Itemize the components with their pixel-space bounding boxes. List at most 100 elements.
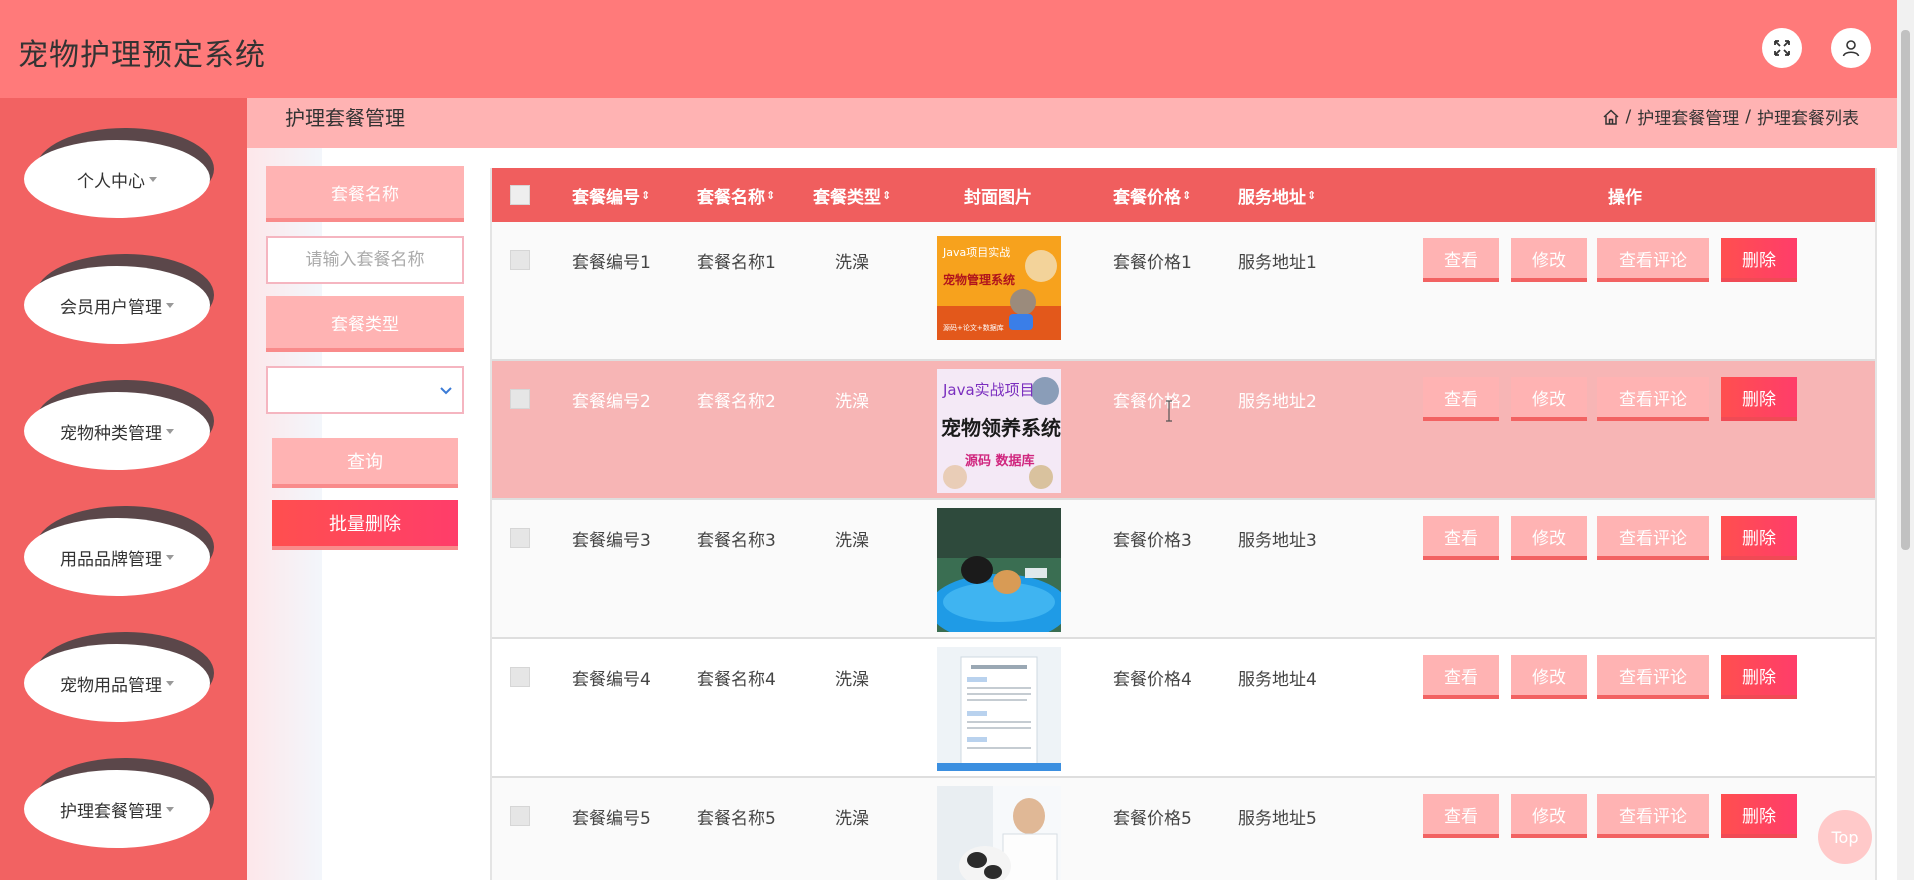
sidebar-item-supply-brands[interactable]: 用品品牌管理 xyxy=(24,506,214,596)
row-checkbox[interactable] xyxy=(510,528,530,548)
row-checkbox[interactable] xyxy=(510,250,530,270)
package-type-label: 套餐类型 xyxy=(266,296,464,352)
breadcrumb-separator: / xyxy=(1625,106,1632,127)
sidebar: 个人中心 会员用户管理 宠物种类管理 用品品牌管理 宠物用品管理 护理套餐管理 xyxy=(0,98,247,880)
cover-image[interactable] xyxy=(937,786,1061,880)
cell-address: 服务地址3 xyxy=(1238,531,1317,551)
sort-icon: ⇕ xyxy=(1182,188,1191,202)
sidebar-item-member-users[interactable]: 会员用户管理 xyxy=(24,254,214,344)
caret-down-icon xyxy=(166,806,174,812)
cell-code: 套餐编号2 xyxy=(572,392,651,412)
page-title: 护理套餐管理 xyxy=(285,106,405,130)
row-checkbox[interactable] xyxy=(510,389,530,409)
view-reviews-button[interactable]: 查看评论 xyxy=(1597,655,1709,699)
batch-delete-button[interactable]: 批量删除 xyxy=(272,500,458,550)
sidebar-item-label: 宠物用品管理 xyxy=(60,675,162,696)
column-header-type[interactable]: 套餐类型 ⇕ xyxy=(813,168,891,222)
sidebar-item-care-packages[interactable]: 护理套餐管理 xyxy=(24,758,214,848)
edit-button[interactable]: 修改 xyxy=(1511,516,1587,560)
cell-type: 洗澡 xyxy=(835,531,869,551)
cover-text-line1: Java实战项目 xyxy=(942,381,1035,399)
cell-type: 洗澡 xyxy=(835,809,869,829)
column-header-cover: 封面图片 xyxy=(964,187,1032,208)
view-button[interactable]: 查看 xyxy=(1423,516,1499,560)
cover-image[interactable] xyxy=(937,508,1061,632)
cover-text-line2: 宠物管理系统 xyxy=(943,272,1015,287)
cell-code: 套餐编号4 xyxy=(572,670,651,690)
package-name-input[interactable] xyxy=(266,236,464,284)
view-reviews-button[interactable]: 查看评论 xyxy=(1597,516,1709,560)
cell-type: 洗澡 xyxy=(835,253,869,273)
cell-price: 套餐价格3 xyxy=(1113,531,1192,551)
cell-name: 套餐名称2 xyxy=(697,392,776,412)
page-scrollbar[interactable] xyxy=(1897,0,1914,880)
cover-dogs-pool-photo xyxy=(937,508,1061,632)
cover-text-line2: 宠物领养系统 xyxy=(941,416,1061,440)
cover-image[interactable]: Java实战项目 宠物领养系统 源码 数据库 xyxy=(937,369,1061,493)
cell-code: 套餐编号3 xyxy=(572,531,651,551)
table-row: 套餐编号1 套餐名称1 洗澡 Java项目实战 宠物管理系统 源码+论文+数据库… xyxy=(492,222,1875,361)
home-icon[interactable] xyxy=(1602,108,1620,126)
view-reviews-button[interactable]: 查看评论 xyxy=(1597,377,1709,421)
delete-button[interactable]: 删除 xyxy=(1721,794,1797,838)
sidebar-item-pet-species[interactable]: 宠物种类管理 xyxy=(24,380,214,470)
edit-button[interactable]: 修改 xyxy=(1511,655,1587,699)
caret-down-icon xyxy=(149,176,157,182)
sort-icon: ⇕ xyxy=(1307,188,1316,202)
cover-text-line3: 源码+论文+数据库 xyxy=(943,323,1004,332)
sidebar-item-personal-center[interactable]: 个人中心 xyxy=(24,128,214,218)
cover-document-page xyxy=(937,647,1061,771)
query-button[interactable]: 查询 xyxy=(272,438,458,488)
table-header: 套餐编号 ⇕ 套餐名称 ⇕ 套餐类型 ⇕ 封面图片 套餐价格 ⇕ 服务地址 ⇕ 操作 xyxy=(492,168,1875,222)
scrollbar-thumb[interactable] xyxy=(1901,30,1910,550)
sidebar-item-label: 个人中心 xyxy=(77,171,145,192)
page-bar: 护理套餐管理 / 护理套餐管理 / 护理套餐列表 xyxy=(247,98,1897,148)
delete-button[interactable]: 删除 xyxy=(1721,238,1797,282)
view-reviews-button[interactable]: 查看评论 xyxy=(1597,238,1709,282)
view-reviews-button[interactable]: 查看评论 xyxy=(1597,794,1709,838)
caret-down-icon xyxy=(166,302,174,308)
column-header-address[interactable]: 服务地址 ⇕ xyxy=(1238,168,1316,222)
chevron-down-icon xyxy=(440,387,452,395)
cell-code: 套餐编号1 xyxy=(572,253,651,273)
cell-price: 套餐价格4 xyxy=(1113,670,1192,690)
cover-vet-cat-photo xyxy=(937,786,1061,880)
sidebar-item-pet-supplies[interactable]: 宠物用品管理 xyxy=(24,632,214,722)
caret-down-icon xyxy=(166,680,174,686)
caret-down-icon xyxy=(166,428,174,434)
column-header-code[interactable]: 套餐编号 ⇕ xyxy=(572,168,650,222)
row-checkbox[interactable] xyxy=(510,667,530,687)
cover-image[interactable] xyxy=(937,647,1061,771)
column-header-price[interactable]: 套餐价格 ⇕ xyxy=(1113,168,1191,222)
cover-image[interactable]: Java项目实战 宠物管理系统 源码+论文+数据库 xyxy=(937,236,1061,340)
view-button[interactable]: 查看 xyxy=(1423,794,1499,838)
table-row: 套餐编号4 套餐名称4 洗澡 套餐价格4 服务地址4 查看 修改 查看评论 删除 xyxy=(492,639,1875,778)
delete-button[interactable]: 删除 xyxy=(1721,516,1797,560)
table-row: 套餐编号5 套餐名称5 洗澡 套餐价格5 服务地址5 查看 修改 查看评论 删除 xyxy=(492,778,1875,880)
fullscreen-button[interactable] xyxy=(1762,28,1802,68)
breadcrumb-item-care-packages[interactable]: 护理套餐管理 xyxy=(1637,104,1739,129)
cell-code: 套餐编号5 xyxy=(572,809,651,829)
user-icon xyxy=(1842,40,1860,57)
user-button[interactable] xyxy=(1831,28,1871,68)
row-checkbox[interactable] xyxy=(510,806,530,826)
cell-name: 套餐名称4 xyxy=(697,670,776,690)
cell-address: 服务地址4 xyxy=(1238,670,1317,690)
edit-button[interactable]: 修改 xyxy=(1511,238,1587,282)
delete-button[interactable]: 删除 xyxy=(1721,377,1797,421)
delete-button[interactable]: 删除 xyxy=(1721,655,1797,699)
sort-icon: ⇕ xyxy=(641,188,650,202)
column-header-name[interactable]: 套餐名称 ⇕ xyxy=(697,168,775,222)
edit-button[interactable]: 修改 xyxy=(1511,794,1587,838)
view-button[interactable]: 查看 xyxy=(1423,377,1499,421)
sort-icon: ⇕ xyxy=(882,188,891,202)
select-all-checkbox[interactable] xyxy=(510,185,530,205)
scroll-top-button[interactable]: Top xyxy=(1818,810,1872,864)
edit-button[interactable]: 修改 xyxy=(1511,377,1587,421)
view-button[interactable]: 查看 xyxy=(1423,238,1499,282)
view-button[interactable]: 查看 xyxy=(1423,655,1499,699)
cell-price: 套餐价格1 xyxy=(1113,253,1192,273)
breadcrumb: / 护理套餐管理 / 护理套餐列表 xyxy=(1602,104,1859,129)
fullscreen-icon xyxy=(1774,40,1790,56)
package-type-select[interactable] xyxy=(266,366,464,414)
